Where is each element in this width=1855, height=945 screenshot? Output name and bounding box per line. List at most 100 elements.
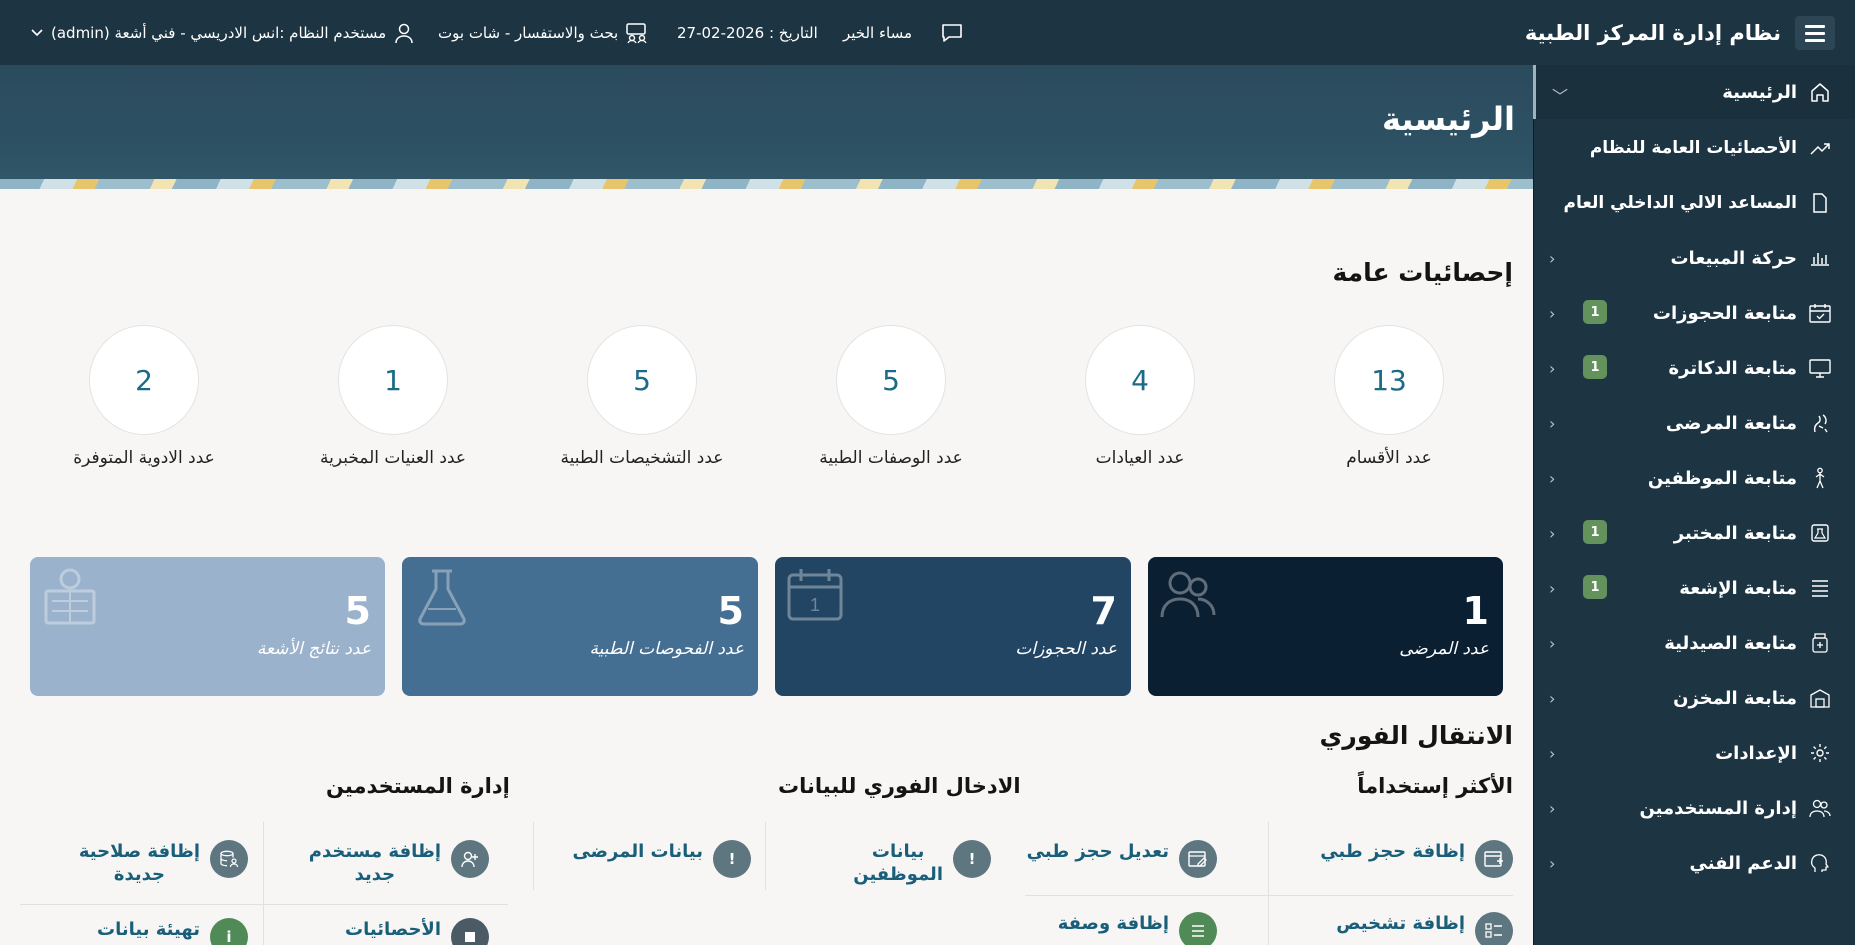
patient-icon [1807,410,1833,436]
edit-booking-link[interactable]: تعديل حجز طبي [1027,840,1217,878]
add-permission-label: إظافة صلاحية جديدة [79,840,200,887]
gear-icon [1807,740,1833,766]
person-icon [1807,465,1833,491]
sidebar-item-patients[interactable]: متابعة المرضى ‹ [1533,396,1855,450]
sidebar-item-pharmacy[interactable]: متابعة الصيدلية ‹ [1533,616,1855,670]
sidebar-item-label: الرئيسية [1722,81,1797,103]
chevron-left-icon[interactable]: ‹ [1549,744,1555,763]
init-data-link[interactable]: i تهيئة بيانات [97,918,248,945]
chevron-left-icon[interactable]: ‹ [1549,689,1555,708]
warehouse-icon [1807,685,1833,711]
patients-data-label: بيانات المرضى [572,841,703,862]
init-data-label: تهيئة بيانات [97,919,200,940]
stat-circle-clinics: 4 [1085,325,1195,435]
chevron-left-icon[interactable]: ‹ [1549,359,1555,378]
sidebar-item-home[interactable]: الرئيسية ﹀ [1533,65,1855,119]
group-quick-entry-title: الادخال الفوري للبيانات [778,774,1021,798]
chevron-left-icon[interactable]: ‹ [1549,854,1555,873]
bar-chart-icon [1807,245,1833,271]
sidebar-item-label: الدعم الفني [1689,852,1797,874]
card-bookings[interactable]: 1 7 عدد الحجوزات [775,557,1131,696]
user-icon [395,23,413,43]
card-radiology-results[interactable]: 5 عدد نتائج الأشعة [30,557,385,696]
alert-icon: ! [953,840,991,878]
sidebar: الرئيسية ﹀ الأحصائيات العامة للنظام المس… [1533,65,1855,945]
employees-data-label: بيانات الموظفين [853,840,943,887]
sidebar-item-label: الأحصائيات العامة للنظام [1589,138,1797,158]
chevron-left-icon[interactable]: ‹ [1549,579,1555,598]
sidebar-item-users[interactable]: إدارة المستخدمين ‹ [1533,781,1855,835]
sidebar-item-label: متابعة المرضى [1665,412,1797,434]
chevron-down-icon[interactable] [30,26,44,40]
chevron-left-icon[interactable]: ‹ [1549,634,1555,653]
add-booking-link[interactable]: إظافة حجز طبي [1320,840,1513,878]
user-menu[interactable]: مستخدم النظام :انس الادريسي - فني أشعة (… [30,0,415,65]
add-booking-label: إظافة حجز طبي [1320,841,1465,862]
chevron-left-icon[interactable]: ‹ [1549,414,1555,433]
flask-icon [412,567,472,631]
sidebar-item-label: متابعة الصيدلية [1664,632,1797,654]
chatbot-link[interactable]: بحث والاستفسار - شات بوت [438,0,651,65]
user-label: مستخدم النظام :انس الادريسي - فني أشعة (… [51,23,387,42]
chat-button[interactable] [940,0,964,65]
page-header: الرئيسية [0,65,1533,189]
add-permission-line1: إظافة صلاحية [78,841,200,862]
add-user-link[interactable]: إظافة مستخدم جديد [309,840,489,887]
card-label: عدد الحجوزات [1015,639,1117,659]
chevron-left-icon[interactable]: ‹ [1549,249,1555,268]
sidebar-item-warehouse[interactable]: متابعة المخزن ‹ [1533,671,1855,725]
brand: نظام إدارة المركز الطبية [1525,16,1835,50]
sidebar-item-employees[interactable]: متابعة الموظفين ‹ [1533,451,1855,505]
sidebar-item-label: متابعة الإشعة [1679,577,1797,599]
stat-label: عدد الادوية المتوفرة [73,448,215,468]
chevron-left-icon[interactable]: ‹ [1549,524,1555,543]
calendar-icon: 1 [785,567,845,627]
add-prescription-link[interactable]: إظافة وصفة [1058,912,1217,945]
edit-booking-label: تعديل حجز طبي [1026,841,1169,862]
menu-toggle-button[interactable] [1795,16,1835,50]
sidebar-item-assistant[interactable]: المساعد الالي الداخلي العام [1533,176,1855,230]
sidebar-item-bookings[interactable]: متابعة الحجوزات 1 ‹ [1533,286,1855,340]
sidebar-item-radiology[interactable]: متابعة الإشعة 1 ‹ [1533,561,1855,615]
card-label: عدد الفحوصات الطبية [589,639,744,659]
add-user-icon [451,840,489,878]
add-permission-line2: جديدة [113,864,165,886]
employees-data-link[interactable]: ! بيانات الموظفين [853,840,991,887]
sidebar-item-system-stats[interactable]: الأحصائيات العامة للنظام [1533,121,1855,175]
sidebar-item-label: متابعة المخزن [1673,687,1797,709]
card-medical-exams[interactable]: 5 عدد الفحوصات الطبية [402,557,758,696]
sidebar-item-doctors[interactable]: متابعة الدكاترة 1 ‹ [1533,341,1855,395]
card-value: 5 [344,589,371,633]
sidebar-item-sales[interactable]: حركة المبيعات ‹ [1533,231,1855,285]
chevron-left-icon[interactable]: ‹ [1549,469,1555,488]
monitor-icon [1807,355,1833,381]
sidebar-item-lab[interactable]: متابعة المختبر 1 ‹ [1533,506,1855,560]
stat-value: 5 [633,363,651,397]
chevron-left-icon[interactable]: ‹ [1549,799,1555,818]
greeting: مساء الخير [843,0,912,65]
card-patients[interactable]: 1 عدد المرضى [1148,557,1503,696]
stats-title: إحصائيات عامة [1332,258,1513,287]
sidebar-item-settings[interactable]: الإعدادات ‹ [1533,726,1855,780]
chevron-down-icon[interactable]: ﹀ [1552,83,1568,107]
sidebar-item-support[interactable]: الدعم الفني ‹ [1533,836,1855,890]
chevron-left-icon[interactable]: ‹ [1549,304,1555,323]
divider [1025,895,1513,896]
home-icon [1807,79,1833,105]
add-diagnosis-link[interactable]: إظافة تشخيص [1336,912,1513,945]
add-permission-link[interactable]: إظافة صلاحية جديدة [79,840,248,887]
chat-bubble-icon[interactable] [940,22,964,44]
list-icon [1179,912,1217,945]
add-prescription-label: إظافة وصفة [1057,913,1169,934]
support-icon [1807,850,1833,876]
statistics-link[interactable]: الأحصائيات [345,918,489,945]
calendar-edit-icon [1179,840,1217,878]
add-user-label: إظافة مستخدم جديد [309,840,441,887]
stat-label: عدد الوصفات الطبية [819,448,963,468]
patients-data-link[interactable]: ! بيانات المرضى [572,840,751,878]
top-bar: نظام إدارة المركز الطبية مساء الخير التا… [0,0,1855,65]
lab-icon [1807,520,1833,546]
group-users-admin-title: إدارة المستخدمين [326,774,510,798]
add-user-line1: إظافة مستخدم [308,841,441,862]
users-icon [1807,795,1833,821]
